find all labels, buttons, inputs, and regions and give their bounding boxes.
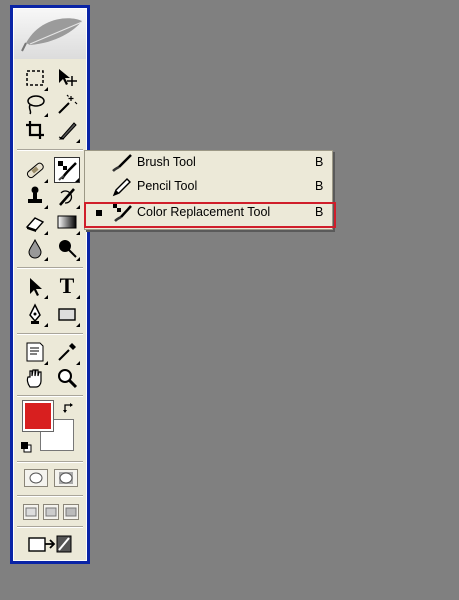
default-colors-icon[interactable] xyxy=(20,441,32,453)
full-screen-menu-mode-button[interactable] xyxy=(43,504,59,520)
menu-item-label: Color Replacement Tool xyxy=(137,205,271,219)
feather-logo-icon xyxy=(21,18,83,52)
brush-icon xyxy=(112,154,132,172)
menu-item-label: Pencil Tool xyxy=(137,179,198,193)
active-tool-bullet-icon xyxy=(96,210,102,216)
foreground-color-swatch[interactable] xyxy=(22,400,54,432)
clone-stamp-tool[interactable] xyxy=(22,183,48,209)
standard-mode-icon xyxy=(29,472,43,484)
rectangular-marquee-tool[interactable] xyxy=(22,65,48,91)
toolbox-separator xyxy=(17,395,83,397)
eyedropper-icon xyxy=(58,343,76,361)
jump-to-icon xyxy=(28,535,72,553)
toolbox-separator xyxy=(17,461,83,463)
magic-wand-icon xyxy=(58,94,78,114)
color-replacement-tool-selected[interactable] xyxy=(54,157,80,183)
bandage-icon xyxy=(26,162,44,179)
menu-item-brush-tool[interactable]: Brush Tool B xyxy=(85,151,332,175)
dodge-tool[interactable] xyxy=(54,235,80,261)
gradient-tool[interactable] xyxy=(54,209,80,235)
full-screen-mode-button[interactable] xyxy=(63,504,79,520)
zoom-tool[interactable] xyxy=(54,365,80,391)
stamp-icon xyxy=(28,186,42,203)
screen-mode-icon xyxy=(25,507,37,517)
standard-mode-button[interactable] xyxy=(24,469,48,487)
pen-tool[interactable] xyxy=(22,301,48,327)
standard-screen-mode-button[interactable] xyxy=(23,504,39,520)
menu-item-shortcut: B xyxy=(315,179,324,193)
eyedropper-tool[interactable] xyxy=(54,339,80,365)
quick-mask-mode-button[interactable] xyxy=(54,469,78,487)
hand-tool[interactable] xyxy=(22,365,48,391)
arrow-icon xyxy=(30,278,42,296)
type-icon: T xyxy=(59,273,75,298)
eraser-icon xyxy=(25,217,45,232)
magic-wand-tool[interactable] xyxy=(54,91,80,117)
marquee-icon xyxy=(26,70,44,86)
pencil-icon xyxy=(112,178,131,197)
move-tool[interactable] xyxy=(54,65,80,91)
gradient-icon xyxy=(57,215,77,229)
hand-icon xyxy=(26,369,42,388)
screen-mode-icon xyxy=(65,507,77,517)
move-icon xyxy=(59,69,77,86)
swap-colors-icon[interactable] xyxy=(62,401,76,415)
history-brush-tool[interactable] xyxy=(54,183,80,209)
type-tool[interactable]: T xyxy=(54,273,80,299)
toolbox-panel: T xyxy=(10,5,90,564)
blur-tool[interactable] xyxy=(22,235,48,261)
healing-brush-tool[interactable] xyxy=(22,157,48,183)
menu-item-color-replacement-tool[interactable]: Color Replacement Tool B xyxy=(85,201,332,225)
toolbox-header[interactable] xyxy=(14,9,86,59)
menu-item-pencil-tool[interactable]: Pencil Tool B xyxy=(85,175,332,199)
brush-tools-flyout-menu: Brush Tool B Pencil Tool B Color Replace… xyxy=(84,150,333,230)
notes-tool[interactable] xyxy=(22,339,48,365)
eraser-tool[interactable] xyxy=(22,209,48,235)
toolbox-separator xyxy=(17,495,83,497)
toolbox-body: T xyxy=(13,8,87,561)
crop-tool[interactable] xyxy=(22,117,48,143)
lasso-icon xyxy=(27,95,45,115)
toolbox-separator xyxy=(17,526,83,528)
dodge-icon xyxy=(59,240,77,258)
shape-tool[interactable] xyxy=(54,301,80,327)
color-replacement-icon xyxy=(113,204,132,222)
notes-icon xyxy=(26,342,44,362)
toolbox-separator xyxy=(17,333,83,335)
toolbox-separator xyxy=(17,149,83,151)
history-brush-icon xyxy=(59,188,75,206)
lasso-tool[interactable] xyxy=(22,91,48,117)
rectangle-icon xyxy=(58,308,76,321)
menu-item-label: Brush Tool xyxy=(137,155,196,169)
screen-mode-icon xyxy=(45,507,57,517)
menu-item-shortcut: B xyxy=(315,205,324,219)
drop-icon xyxy=(28,238,42,259)
toolbox-separator xyxy=(17,267,83,269)
path-selection-tool[interactable] xyxy=(22,273,48,299)
menu-item-shortcut: B xyxy=(315,155,324,169)
slice-tool[interactable] xyxy=(54,117,80,143)
jump-to-imageready-button[interactable] xyxy=(24,532,76,556)
quick-mask-icon xyxy=(59,472,73,484)
pen-icon xyxy=(29,303,41,324)
slice-icon xyxy=(58,122,77,140)
crop-icon xyxy=(26,121,44,139)
zoom-icon xyxy=(58,369,78,389)
